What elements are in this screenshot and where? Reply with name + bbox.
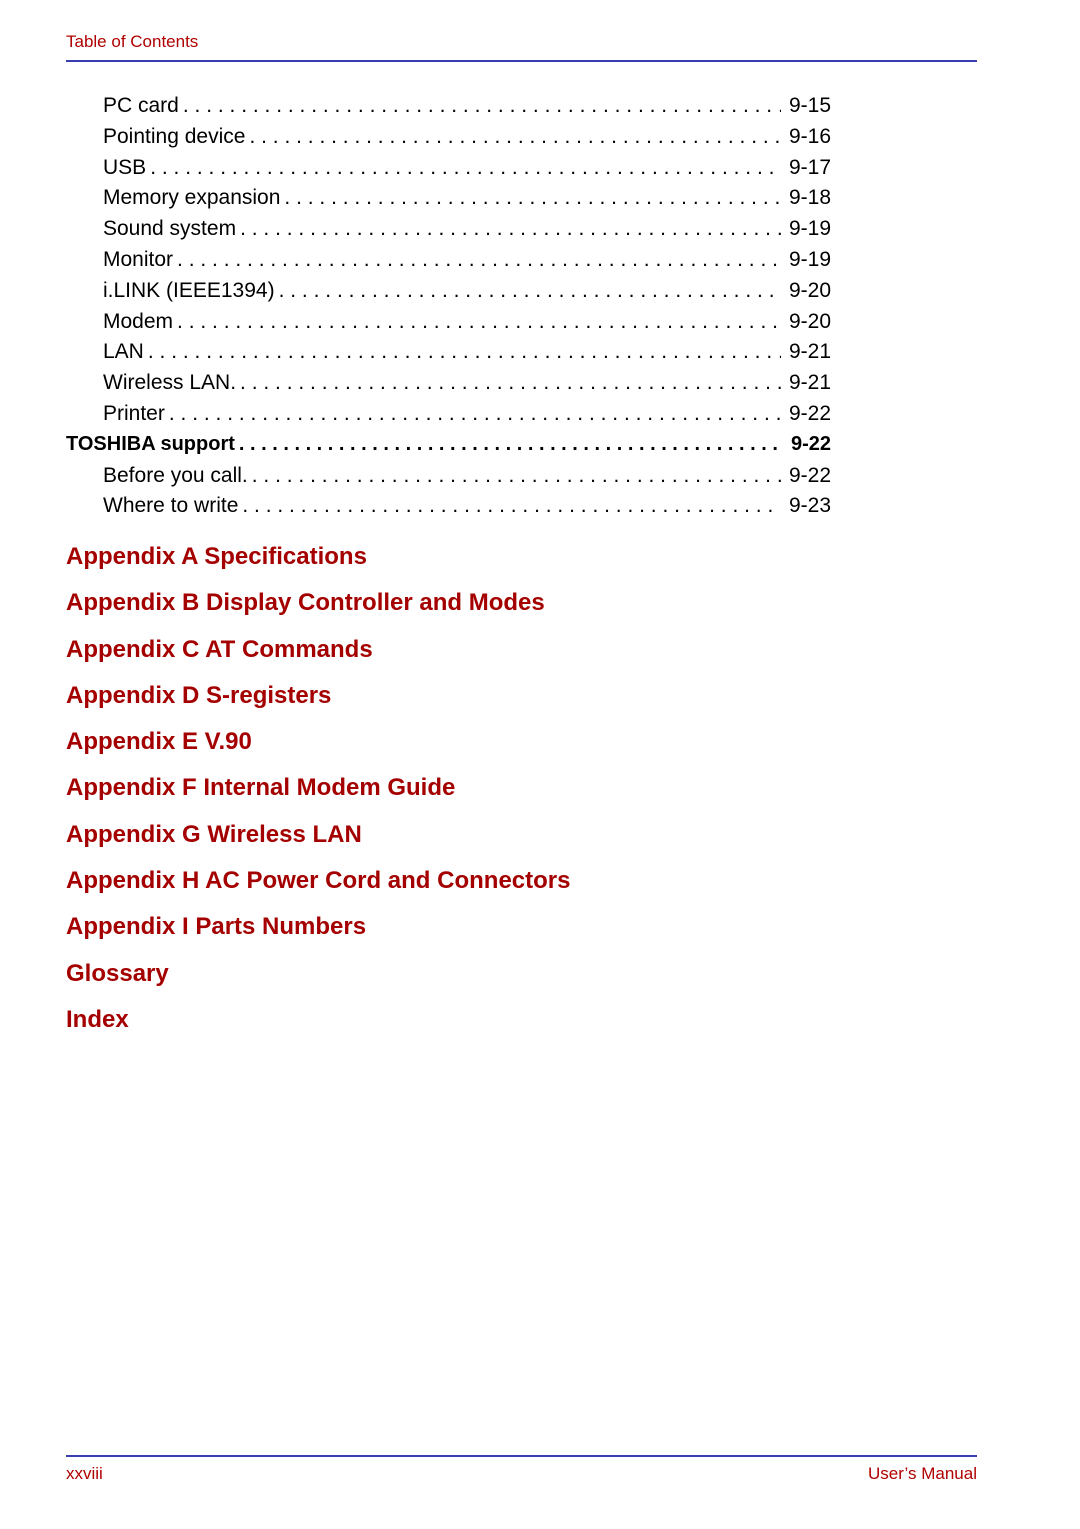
- toc-entry-page: 9-18: [788, 186, 831, 210]
- toc-entry-page: 9-23: [788, 494, 831, 518]
- toc-entry[interactable]: Wireless LAN. 9-21: [66, 371, 831, 402]
- toc-entry-label: USB: [103, 155, 147, 179]
- toc-entry-page: 9-22: [788, 463, 831, 487]
- dot-leader: [183, 94, 781, 118]
- dot-leader: [177, 248, 781, 272]
- toc-entry-page: 9-19: [788, 217, 831, 241]
- toc-entry-page: 9-21: [788, 371, 831, 395]
- manual-title: User’s Manual: [868, 1464, 977, 1483]
- toc-entry[interactable]: Pointing device 9-16: [66, 125, 831, 156]
- toc-entry[interactable]: USB 9-17: [66, 156, 831, 187]
- appendix-heading[interactable]: Appendix A Specifications: [66, 540, 570, 586]
- toc-entry-label: Before you call.: [103, 463, 248, 487]
- appendix-heading[interactable]: Appendix F Internal Modem Guide: [66, 771, 570, 817]
- toc-entry-page: 9-17: [788, 155, 831, 179]
- toc-entry-page: 9-15: [788, 94, 831, 117]
- dot-leader: [242, 494, 781, 518]
- page-number: xxviii: [66, 1464, 103, 1483]
- appendix-heading[interactable]: Appendix H AC Power Cord and Connectors: [66, 864, 570, 910]
- toc-entry[interactable]: Memory expansion 9-18: [66, 186, 831, 217]
- toc-entry-label: LAN: [103, 340, 144, 364]
- dot-leader: [148, 340, 781, 364]
- header-divider: [66, 60, 977, 62]
- toc-entry-page: 9-22: [790, 432, 831, 455]
- toc-entries-list: PC card9-15 Pointing device9-16 USB9-17 …: [66, 94, 831, 525]
- toc-entry-label: PC card: [103, 94, 179, 117]
- appendix-heading[interactable]: Appendix G Wireless LAN: [66, 818, 570, 864]
- appendix-heading[interactable]: Appendix D S-registers: [66, 679, 570, 725]
- toc-entry[interactable]: Sound system 9-19: [66, 217, 831, 248]
- dot-leader: [239, 433, 783, 456]
- toc-entry-label: TOSHIBA support: [66, 432, 235, 455]
- toc-entry-label: Memory expansion: [103, 186, 281, 210]
- glossary-heading[interactable]: Glossary: [66, 957, 570, 1003]
- appendix-headings-list: Appendix A Specifications Appendix B Dis…: [66, 540, 570, 1049]
- toc-entry-page: 9-21: [788, 340, 831, 364]
- toc-entry-label: Modem: [103, 309, 174, 333]
- toc-entry-label: Where to write: [103, 494, 239, 518]
- dot-leader: [284, 186, 781, 210]
- toc-entry-page: 9-22: [788, 401, 831, 425]
- dot-leader: [252, 464, 781, 488]
- toc-entry-page: 9-16: [788, 124, 831, 148]
- dot-leader: [279, 279, 781, 303]
- appendix-heading[interactable]: Appendix E V.90: [66, 725, 570, 771]
- toc-entry-page: 9-20: [788, 278, 831, 302]
- dot-leader: [150, 156, 781, 180]
- toc-entry-label: Printer: [103, 401, 165, 425]
- dot-leader: [169, 402, 781, 426]
- appendix-heading[interactable]: Appendix I Parts Numbers: [66, 910, 570, 956]
- toc-entry[interactable]: Printer 9-22: [66, 402, 831, 433]
- toc-entry[interactable]: Where to write 9-23: [66, 494, 831, 525]
- toc-entry[interactable]: Monitor 9-19: [66, 248, 831, 279]
- toc-entry[interactable]: Before you call. 9-22: [66, 464, 831, 495]
- toc-entry-label: Sound system: [103, 217, 237, 241]
- dot-leader: [240, 371, 781, 395]
- index-heading[interactable]: Index: [66, 1003, 570, 1049]
- toc-entry-label: i.LINK (IEEE1394): [103, 278, 275, 302]
- toc-section-entry[interactable]: TOSHIBA support 9-22: [66, 433, 831, 464]
- appendix-heading[interactable]: Appendix C AT Commands: [66, 633, 570, 679]
- toc-entry-label: Wireless LAN.: [103, 371, 237, 395]
- appendix-heading[interactable]: Appendix B Display Controller and Modes: [66, 586, 570, 632]
- toc-entry-page: 9-19: [788, 247, 831, 271]
- toc-entry[interactable]: LAN 9-21: [66, 340, 831, 371]
- toc-entry-page: 9-20: [788, 309, 831, 333]
- toc-entry[interactable]: PC card 9-15: [66, 94, 831, 125]
- toc-entry-label: Pointing device: [103, 124, 246, 148]
- dot-leader: [249, 125, 781, 149]
- dot-leader: [240, 217, 781, 241]
- toc-entry[interactable]: Modem 9-20: [66, 310, 831, 341]
- running-header-title: Table of Contents: [66, 32, 199, 51]
- footer-divider: [66, 1455, 977, 1457]
- toc-entry-label: Monitor: [103, 247, 174, 271]
- toc-entry[interactable]: i.LINK (IEEE1394) 9-20: [66, 279, 831, 310]
- dot-leader: [177, 310, 781, 334]
